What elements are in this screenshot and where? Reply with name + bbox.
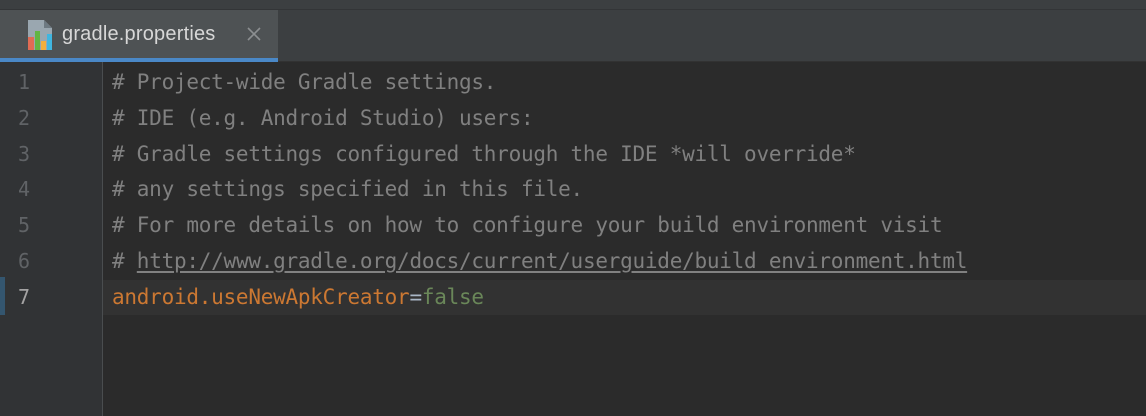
line-number: 1	[18, 70, 31, 94]
editor-tab-bar: gradle.properties	[0, 0, 1146, 62]
line-number: 2	[18, 106, 31, 130]
tab-gradle-properties[interactable]: gradle.properties	[0, 10, 278, 62]
property-separator: =	[409, 285, 422, 309]
line-number: 5	[18, 213, 31, 237]
line-number-gutter	[0, 62, 103, 416]
code-line-comment[interactable]: # Gradle settings configured through the…	[112, 136, 856, 172]
comment-prefix: #	[112, 249, 137, 273]
gradle-file-icon	[28, 20, 52, 50]
code-line-comment[interactable]: # For more details on how to configure y…	[112, 207, 943, 243]
line-number: 6	[18, 249, 31, 273]
code-line-property[interactable]: android.useNewApkCreator=false	[112, 279, 484, 315]
line-number-current: 7	[18, 285, 31, 309]
gutter-marker	[0, 277, 5, 315]
code-line-comment[interactable]: # Project-wide Gradle settings.	[112, 64, 496, 100]
code-line-comment[interactable]: # IDE (e.g. Android Studio) users:	[112, 100, 534, 136]
tab-label: gradle.properties	[62, 23, 216, 45]
gradle-docs-link[interactable]: http://www.gradle.org/docs/current/userg…	[137, 249, 968, 273]
property-value: false	[421, 285, 484, 309]
code-line-comment[interactable]: # any settings specified in this file.	[112, 171, 583, 207]
line-number: 4	[18, 177, 31, 201]
close-icon[interactable]	[244, 24, 264, 44]
code-line-comment-link[interactable]: # http://www.gradle.org/docs/current/use…	[112, 243, 967, 279]
tab-bar-top-strip	[0, 0, 1146, 10]
line-number: 3	[18, 142, 31, 166]
property-key: android.useNewApkCreator	[112, 285, 410, 309]
editor-window: gradle.properties 1 2 3 4 5 6 7 # Projec…	[0, 0, 1146, 416]
